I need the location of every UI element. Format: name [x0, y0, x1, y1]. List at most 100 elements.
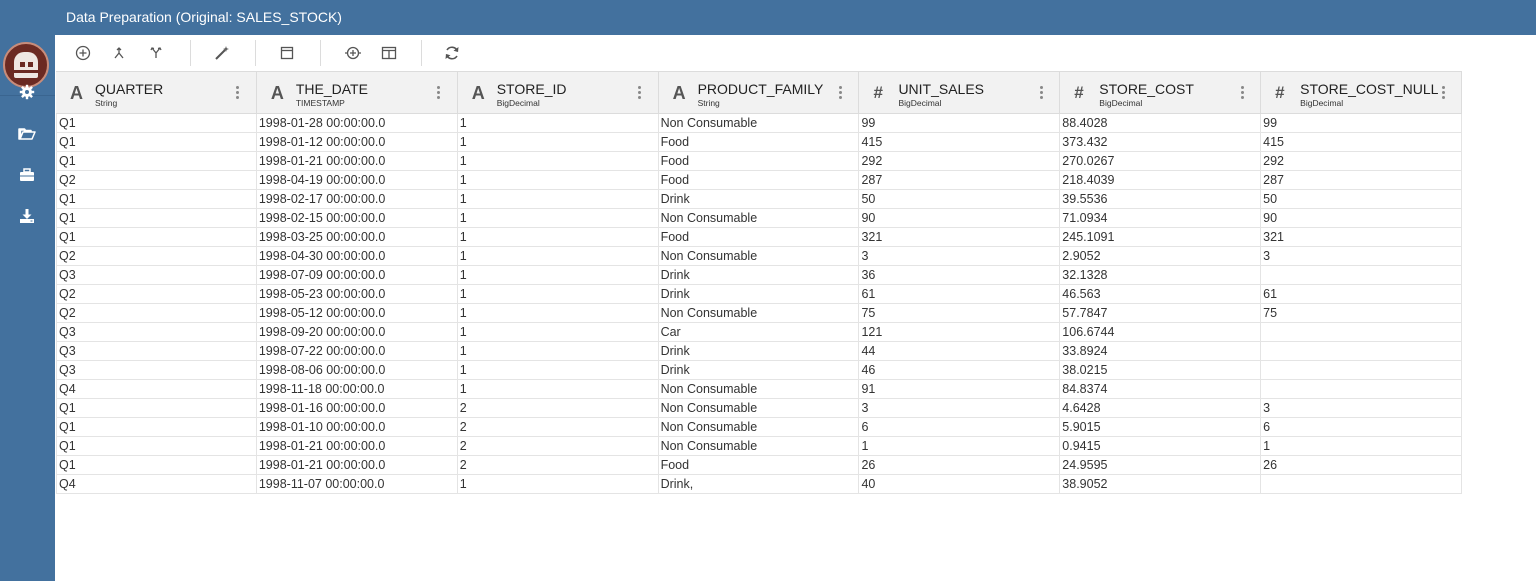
table-row[interactable]: Q3 1998-08-06 00:00:00.0 1 Drink 46 38.0215	[56, 361, 1463, 380]
table-cell[interactable]: Food	[659, 171, 860, 189]
table-row[interactable]: Q3 1998-07-09 00:00:00.0 1 Drink 36 32.1328	[56, 266, 1463, 285]
table-row[interactable]: Q1 1998-01-10 00:00:00.0 2 Non Consumable 6 5…	[56, 418, 1463, 437]
table-cell[interactable]: 1	[458, 342, 659, 360]
table-cell[interactable]: 1998-01-28 00:00:00.0	[257, 114, 458, 132]
transform-button[interactable]	[210, 41, 234, 65]
table-cell[interactable]: 3	[1261, 399, 1463, 417]
table-cell[interactable]: Non Consumable	[659, 304, 860, 322]
table-cell[interactable]: 38.0215	[1060, 361, 1262, 379]
sidebar-item-settings[interactable]	[14, 79, 40, 105]
table-cell[interactable]: 1998-05-23 00:00:00.0	[257, 285, 458, 303]
table-cell[interactable]: 39.5536	[1060, 190, 1262, 208]
table-cell[interactable]: 33.8924	[1060, 342, 1262, 360]
table-cell[interactable]	[1261, 266, 1463, 284]
table-cell[interactable]: 50	[859, 190, 1061, 208]
table-cell[interactable]: 6	[859, 418, 1061, 436]
table-cell[interactable]: 1998-01-21 00:00:00.0	[257, 437, 458, 455]
table-row[interactable]: Q1 1998-01-12 00:00:00.0 1 Food 415 373.432 41…	[56, 133, 1463, 152]
table-cell[interactable]: Q1	[56, 190, 257, 208]
table-cell[interactable]: Drink	[659, 266, 860, 284]
column-menu-icon[interactable]	[636, 84, 644, 102]
frame-button[interactable]	[275, 41, 299, 65]
sidebar-item-open[interactable]	[14, 121, 40, 147]
table-cell[interactable]: 1	[458, 190, 659, 208]
table-cell[interactable]: 32.1328	[1060, 266, 1262, 284]
table-cell[interactable]: 1998-08-06 00:00:00.0	[257, 361, 458, 379]
table-cell[interactable]: 1998-11-07 00:00:00.0	[257, 475, 458, 493]
table-row[interactable]: Q1 1998-02-15 00:00:00.0 1 Non Consumable 90…	[56, 209, 1463, 228]
table-cell[interactable]: Food	[659, 228, 860, 246]
table-cell[interactable]: 1	[458, 361, 659, 379]
table-cell[interactable]: Drink	[659, 342, 860, 360]
table-cell[interactable]: 292	[859, 152, 1061, 170]
column-menu-icon[interactable]	[234, 84, 242, 102]
table-row[interactable]: Q1 1998-01-28 00:00:00.0 1 Non Consumable 99…	[56, 114, 1463, 133]
table-cell[interactable]: 1	[458, 152, 659, 170]
table-cell[interactable]: 3	[1261, 247, 1463, 265]
table-cell[interactable]: 1998-01-12 00:00:00.0	[257, 133, 458, 151]
table-row[interactable]: Q2 1998-05-23 00:00:00.0 1 Drink 61 46.563 61	[56, 285, 1463, 304]
table-cell[interactable]: 46.563	[1060, 285, 1262, 303]
table-row[interactable]: Q3 1998-09-20 00:00:00.0 1 Car 121 106.6744	[56, 323, 1463, 342]
table-row[interactable]: Q4 1998-11-18 00:00:00.0 1 Non Consumable 91…	[56, 380, 1463, 399]
table-cell[interactable]: 218.4039	[1060, 171, 1262, 189]
table-cell[interactable]	[1261, 361, 1463, 379]
table-cell[interactable]	[1261, 323, 1463, 341]
column-menu-icon[interactable]	[1238, 84, 1246, 102]
sidebar-item-download[interactable]	[14, 203, 40, 229]
table-cell[interactable]: 1998-01-21 00:00:00.0	[257, 456, 458, 474]
table-cell[interactable]: 1998-09-20 00:00:00.0	[257, 323, 458, 341]
table-cell[interactable]: 1	[458, 475, 659, 493]
table-cell[interactable]: Q1	[56, 152, 257, 170]
table-cell[interactable]: 1998-11-18 00:00:00.0	[257, 380, 458, 398]
table-cell[interactable]: Non Consumable	[659, 418, 860, 436]
table-cell[interactable]: 2	[458, 456, 659, 474]
table-cell[interactable]: 1	[859, 437, 1061, 455]
table-cell[interactable]: Car	[659, 323, 860, 341]
table-cell[interactable]: 2.9052	[1060, 247, 1262, 265]
table-cell[interactable]: Non Consumable	[659, 437, 860, 455]
table-cell[interactable]: 321	[1261, 228, 1463, 246]
table-cell[interactable]: 75	[859, 304, 1061, 322]
table-cell[interactable]: Drink	[659, 361, 860, 379]
table-cell[interactable]: 84.8374	[1060, 380, 1262, 398]
table-cell[interactable]: Q2	[56, 285, 257, 303]
column-menu-icon[interactable]	[435, 84, 443, 102]
table-cell[interactable]: 3	[859, 399, 1061, 417]
table-cell[interactable]	[1261, 380, 1463, 398]
table-cell[interactable]: Q1	[56, 228, 257, 246]
table-cell[interactable]: Q1	[56, 399, 257, 417]
column-header-the-date[interactable]: A THE_DATE TIMESTAMP	[257, 72, 458, 114]
table-cell[interactable]: 5.9015	[1060, 418, 1262, 436]
sidebar-item-jobs[interactable]	[14, 162, 40, 188]
table-cell[interactable]: 90	[1261, 209, 1463, 227]
table-cell[interactable]: 24.9595	[1060, 456, 1262, 474]
table-cell[interactable]: Q1	[56, 133, 257, 151]
table-row[interactable]: Q1 1998-01-21 00:00:00.0 2 Food 26 24.9595 26	[56, 456, 1463, 475]
table-cell[interactable]: 90	[859, 209, 1061, 227]
table-cell[interactable]: 1	[458, 114, 659, 132]
table-cell[interactable]: 26	[859, 456, 1061, 474]
add-button[interactable]	[71, 41, 95, 65]
table-cell[interactable]: Drink,	[659, 475, 860, 493]
table-cell[interactable]: Q3	[56, 323, 257, 341]
table-cell[interactable]: 71.0934	[1060, 209, 1262, 227]
table-cell[interactable]: Food	[659, 456, 860, 474]
table-row[interactable]: Q1 1998-01-16 00:00:00.0 2 Non Consumable 3 4…	[56, 399, 1463, 418]
column-header-quarter[interactable]: A QUARTER String	[56, 72, 257, 114]
table-cell[interactable]: 270.0267	[1060, 152, 1262, 170]
table-cell[interactable]: Q1	[56, 456, 257, 474]
table-cell[interactable]: 1	[458, 171, 659, 189]
table-cell[interactable]: Drink	[659, 190, 860, 208]
table-cell[interactable]: Q4	[56, 475, 257, 493]
table-cell[interactable]: Q2	[56, 304, 257, 322]
table-cell[interactable]: 75	[1261, 304, 1463, 322]
table-cell[interactable]	[1261, 475, 1463, 493]
table-row[interactable]: Q1 1998-01-21 00:00:00.0 1 Food 292 270.0267 2…	[56, 152, 1463, 171]
table-cell[interactable]: Drink	[659, 285, 860, 303]
table-cell[interactable]: 292	[1261, 152, 1463, 170]
table-cell[interactable]: 46	[859, 361, 1061, 379]
table-cell[interactable]: 61	[859, 285, 1061, 303]
table-cell[interactable]: 1998-02-17 00:00:00.0	[257, 190, 458, 208]
table-cell[interactable]: 26	[1261, 456, 1463, 474]
